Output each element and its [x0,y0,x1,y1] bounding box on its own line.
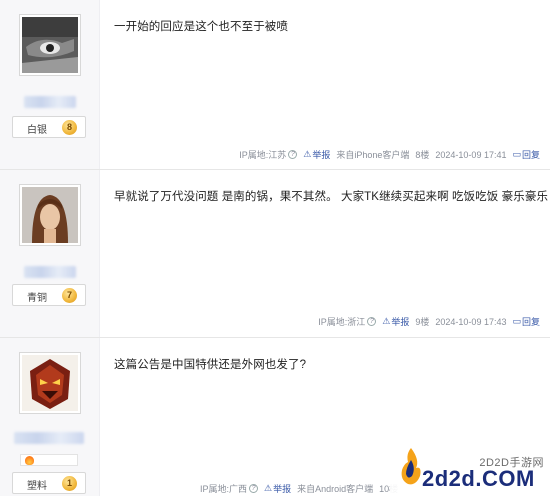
avatar-image [22,355,78,411]
ip-location: IP属地:广西 [200,484,248,494]
reply-link[interactable]: 回复 [522,315,540,328]
post-thread: 白银 8 一开始的回应是这个也不至于被喷 IP属地:江苏? ⚠ 举报 来自iPho… [0,0,550,496]
post-content: 早就说了万代没问题 是南的锅，果不其然。 大家TK继续买起来啊 吃饭吃饭 豪乐豪… [100,170,550,337]
reply-icon[interactable]: ▭ [512,149,521,160]
help-circle-icon[interactable]: ? [288,150,298,159]
reply-link[interactable]: 回复 [522,148,540,161]
post-floor-9: 青铜 7 早就说了万代没问题 是南的锅，果不其然。 大家TK继续买起来啊 吃饭吃… [0,170,550,338]
help-circle-icon[interactable]: ? [367,317,377,326]
flame-badge[interactable] [20,454,78,466]
level-coin-icon: 1 [62,476,77,491]
ip-location: IP属地:江苏 [239,150,287,160]
warning-triangle-icon[interactable]: ⚠ [382,316,390,327]
help-circle-icon[interactable]: ? [249,484,259,493]
avatar[interactable] [19,352,81,414]
avatar[interactable] [19,184,81,246]
username-blurred[interactable] [14,432,84,444]
flame-logo-icon [401,448,421,485]
ip-location: IP属地:浙江 [318,317,366,327]
post-text: 一开始的回应是这个也不至于被喷 [114,21,288,33]
author-panel: 白银 8 [0,0,100,169]
level-badge[interactable]: 塑料 1 [12,472,86,494]
level-name: 青铜 [27,293,47,304]
level-coin-icon: 8 [62,120,77,135]
post-content: 一开始的回应是这个也不至于被喷 IP属地:江苏? ⚠ 举报 来自iPhone客户端… [100,0,550,169]
avatar[interactable] [19,14,81,76]
author-panel: 青铜 7 [0,170,100,337]
post-meta: IP属地:广西? ⚠ 举报 来自Android客户端 10楼 [194,482,398,495]
post-floor-8: 白银 8 一开始的回应是这个也不至于被喷 IP属地:江苏? ⚠ 举报 来自iPho… [0,0,550,170]
post-text: 早就说了万代没问题 是南的锅，果不其然。 大家TK继续买起来啊 吃饭吃饭 豪乐豪… [114,191,549,203]
warning-triangle-icon[interactable]: ⚠ [303,149,311,160]
post-time: 2024-10-09 17:41 [435,149,507,160]
report-link[interactable]: 举报 [273,482,291,495]
username-blurred[interactable] [24,96,76,108]
post-meta: IP属地:江苏? ⚠ 举报 来自iPhone客户端 8楼 2024-10-09 1… [233,148,540,161]
reply-icon[interactable]: ▭ [512,316,521,327]
username-blurred[interactable] [24,266,76,278]
avatar-image [22,17,78,73]
level-name: 塑料 [27,481,47,492]
author-panel: 塑料 1 [0,338,100,496]
report-link[interactable]: 举报 [391,315,409,328]
client-source: 来自iPhone客户端 [336,150,410,160]
client-source: 来自Android客户端 [297,484,374,494]
watermark-domain: 2d2d.COM [422,466,535,491]
report-link[interactable]: 举报 [312,148,330,161]
level-coin-icon: 7 [62,288,77,303]
level-badge[interactable]: 白银 8 [12,116,86,138]
flame-badge-icon [25,456,34,465]
level-name: 白银 [27,125,47,136]
floor-number: 8楼 [415,150,430,160]
avatar-image [22,187,78,243]
warning-triangle-icon[interactable]: ⚠ [264,483,272,494]
site-watermark: 2D2D手游网 2d2d.COM [390,438,550,496]
level-badge[interactable]: 青铜 7 [12,284,86,306]
post-text: 这篇公告是中国特供还是外网也发了? [114,359,307,371]
post-meta: IP属地:浙江? ⚠ 举报 9楼 2024-10-09 17:43 ▭ 回复 [312,315,540,328]
floor-number: 9楼 [415,317,430,327]
post-time: 2024-10-09 17:43 [435,316,507,327]
